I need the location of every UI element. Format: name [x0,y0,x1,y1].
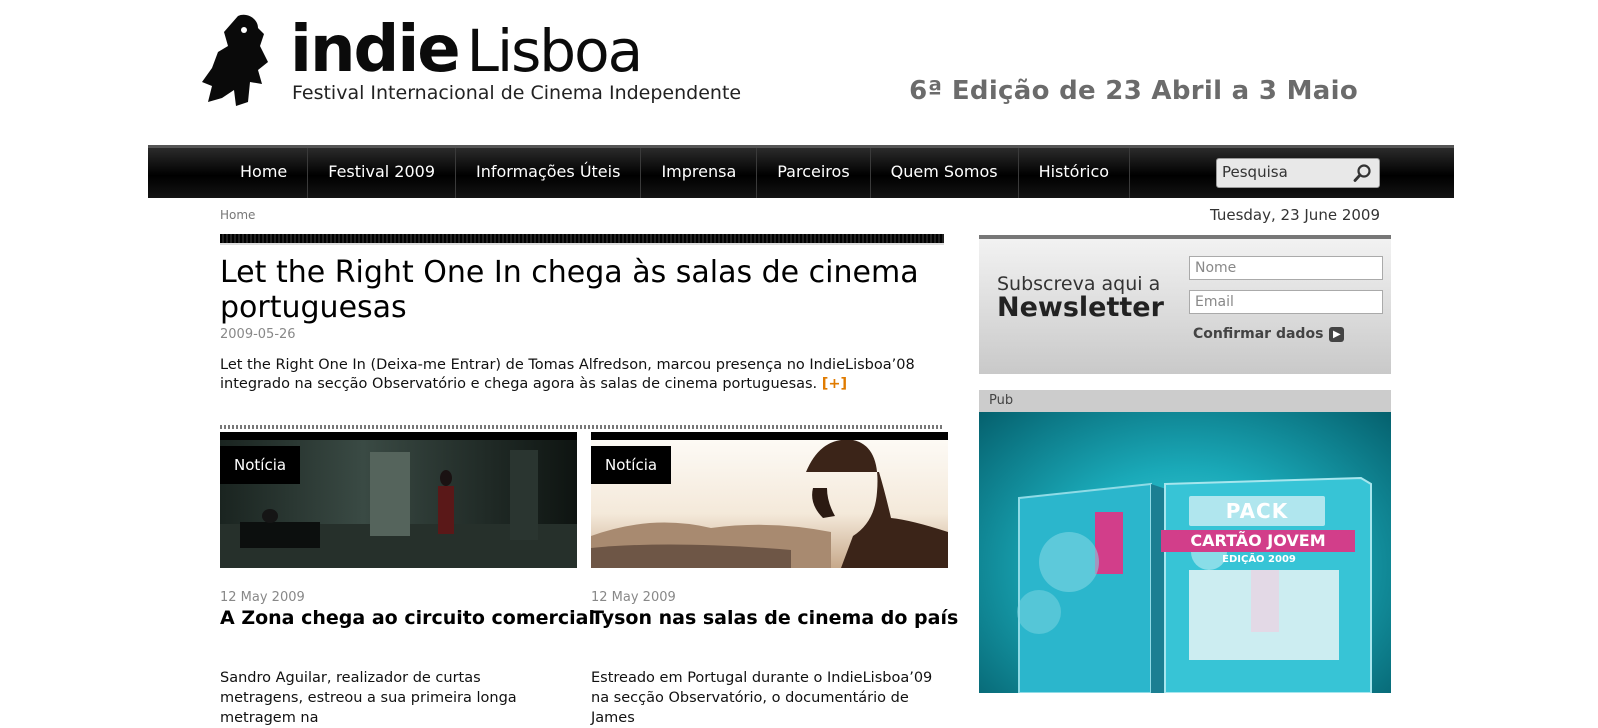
logo-subtitle: Festival Internacional de Cinema Indepen… [292,82,742,104]
nav-list: Home Festival 2009 Informações Úteis Imp… [220,148,1131,198]
nav-item-parceiros[interactable]: Parceiros [757,148,871,198]
newsletter-name-field[interactable] [1189,256,1383,280]
ad-edition-text: EDIÇÃO 2009 [1222,554,1296,565]
news-date: 12 May 2009 [591,590,676,605]
feature-lead-text: Let the Right One In (Deixa-me Entrar) d… [220,357,915,392]
news-card[interactable]: Notícia 12 May 2009 Tyson nas salas de c… [591,432,958,726]
ad-product-text: CARTÃO JOVEM [1161,530,1355,552]
feature-title[interactable]: Let the Right One In chega às salas de c… [220,255,940,325]
news-title[interactable]: Tyson nas salas de cinema do país [591,607,958,629]
ad-artwork [1017,476,1372,693]
news-date: 12 May 2009 [220,590,305,605]
news-tag: Notícia [220,446,301,484]
ad-label: Pub [979,390,1391,412]
newsletter-email-field[interactable] [1189,290,1383,314]
page: indie Lisboa Festival Internacional de Ci… [0,0,1598,726]
newsletter-box: Subscreva aqui a Newsletter Confirmar da… [979,235,1391,374]
main-nav: Home Festival 2009 Informações Úteis Imp… [148,145,1454,198]
news-card-image[interactable]: Notícia [220,432,577,568]
edition-dates: 6ª Edição de 23 Abril a 3 Maio [909,76,1358,106]
nav-item-informacoes-uteis[interactable]: Informações Úteis [456,148,642,198]
news-card[interactable]: Notícia 12 May 2009 A Zona chega ao circ… [220,432,595,726]
dotted-divider [220,425,944,429]
site-logo[interactable]: indie Lisboa Festival Internacional de Ci… [198,10,741,110]
feature-lead: Let the Right One In (Deixa-me Entrar) d… [220,356,942,394]
newsletter-heading-line2: Newsletter [997,292,1164,323]
confirm-label: Confirmar dados [1193,326,1324,342]
news-excerpt: Sandro Aguilar, realizador de curtas met… [220,670,517,726]
breadcrumb[interactable]: Home [220,208,255,222]
advertisement-banner[interactable]: PACK CARTÃO JOVEM EDIÇÃO 2009 [979,412,1391,693]
news-card-image[interactable]: Notícia [591,432,948,568]
logo-indie: indie [290,13,461,87]
section-divider [220,234,944,245]
current-date: Tuesday, 23 June 2009 [1209,206,1380,224]
logo-mark-icon [202,14,268,106]
nav-item-imprensa[interactable]: Imprensa [641,148,758,198]
search-box [1216,158,1380,188]
news-title[interactable]: A Zona chega ao circuito comercial [220,607,595,629]
read-more-link[interactable]: [+] [822,376,847,392]
confirm-button[interactable]: Confirmar dados ▶ [1193,326,1345,342]
feature-date: 2009-05-26 [220,327,296,342]
news-tag: Notícia [591,446,672,484]
nav-item-home[interactable]: Home [220,148,309,198]
arrow-right-icon: ▶ [1329,326,1345,342]
logo-lisboa: Lisboa [466,17,643,85]
news-excerpt: Estreado em Portugal durante o IndieLisb… [591,670,933,726]
search-icon[interactable] [1353,163,1373,183]
nav-item-festival-2009[interactable]: Festival 2009 [308,148,456,198]
logo-wordmark: indie Lisboa [290,17,643,85]
ad-pack-text: PACK [1189,496,1325,526]
nav-item-quem-somos[interactable]: Quem Somos [871,148,1019,198]
nav-item-historico[interactable]: Histórico [1019,148,1131,198]
search-input[interactable] [1217,159,1350,185]
